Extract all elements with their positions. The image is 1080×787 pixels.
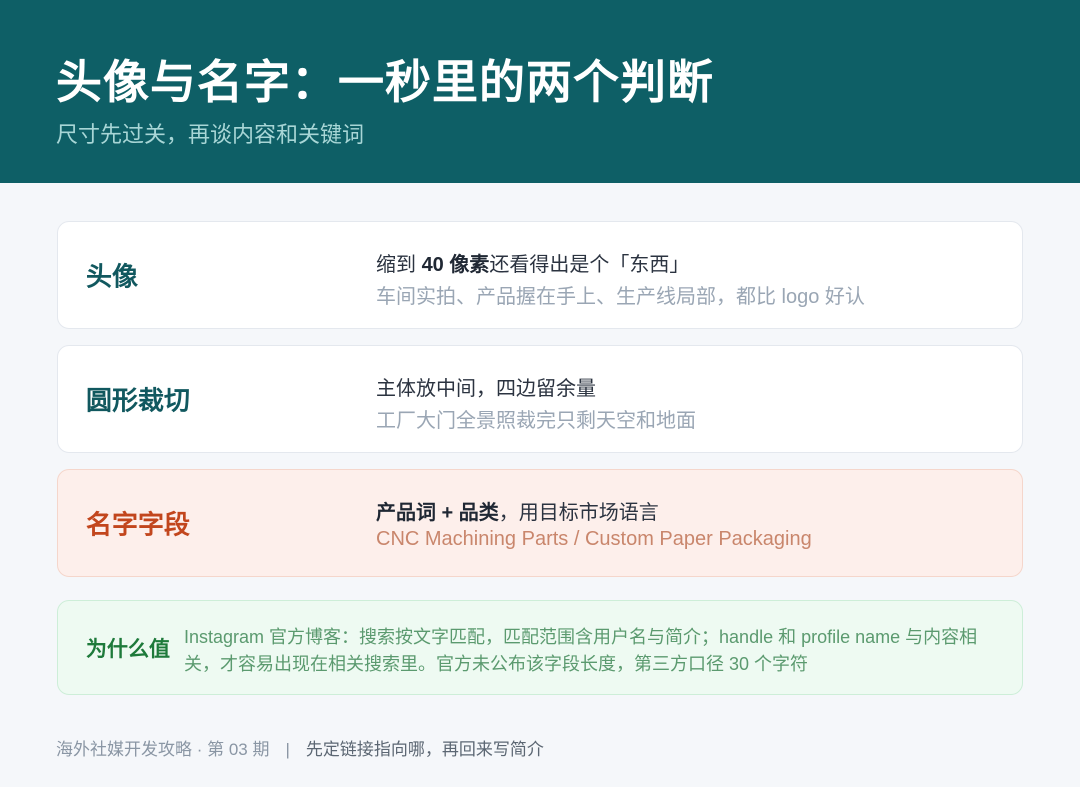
why-callout: 为什么值 Instagram 官方博客：搜索按文字匹配，匹配范围含用户名与简介；… bbox=[57, 600, 1023, 695]
card-main-text-post: ，用目标市场语言 bbox=[498, 502, 659, 524]
card-main-text: 主体放中间，四边留余量 bbox=[376, 372, 596, 401]
card-label: 名字字段 bbox=[86, 509, 191, 540]
header-banner: 头像与名字：一秒里的两个判断 尺寸先过关，再谈内容和关键词 bbox=[0, 0, 1080, 183]
card-main-text: 缩到 40 像素还看得出是个「东西」 bbox=[376, 248, 689, 277]
page-subtitle: 尺寸先过关，再谈内容和关键词 bbox=[56, 122, 365, 147]
card-sub-text: CNC Machining Parts / Custom Paper Packa… bbox=[376, 528, 812, 550]
card-name-field: 名字字段 产品词 + 品类，用目标市场语言 CNC Machining Part… bbox=[57, 469, 1023, 577]
footer-tagline: 先定链接指向哪，再回来写简介 bbox=[305, 740, 544, 759]
card-main-text-bold: 产品词 + 品类 bbox=[376, 502, 499, 524]
why-text: Instagram 官方博客：搜索按文字匹配，匹配范围含用户名与简介；handl… bbox=[184, 627, 978, 674]
card-label: 头像 bbox=[86, 261, 139, 292]
page-title: 头像与名字：一秒里的两个判断 bbox=[56, 56, 714, 108]
footer-series: 海外社媒开发攻略 · 第 03 期 bbox=[56, 740, 270, 759]
card-main-text-pre: 主体放中间，四边留余量 bbox=[376, 378, 596, 400]
card-sub-text: 工厂大门全景照裁完只剩天空和地面 bbox=[376, 410, 696, 432]
footer: 海外社媒开发攻略 · 第 03 期 | 先定链接指向哪，再回来写简介 bbox=[56, 735, 544, 760]
why-label: 为什么值 bbox=[86, 637, 170, 661]
card-main-text-post: 还看得出是个「东西」 bbox=[489, 254, 690, 276]
card-main-text-bold: 40 像素 bbox=[421, 254, 490, 276]
card-sub-text: 车间实拍、产品握在手上、生产线局部，都比 logo 好认 bbox=[376, 286, 865, 308]
card-label: 圆形裁切 bbox=[86, 385, 191, 416]
card-circle-crop: 圆形裁切 主体放中间，四边留余量 工厂大门全景照裁完只剩天空和地面 bbox=[57, 345, 1023, 453]
card-avatar: 头像 缩到 40 像素还看得出是个「东西」 车间实拍、产品握在手上、生产线局部，… bbox=[57, 221, 1023, 329]
footer-separator: | bbox=[285, 740, 290, 759]
card-main-text-pre: 缩到 bbox=[376, 254, 422, 276]
card-main-text: 产品词 + 品类，用目标市场语言 bbox=[376, 496, 659, 525]
